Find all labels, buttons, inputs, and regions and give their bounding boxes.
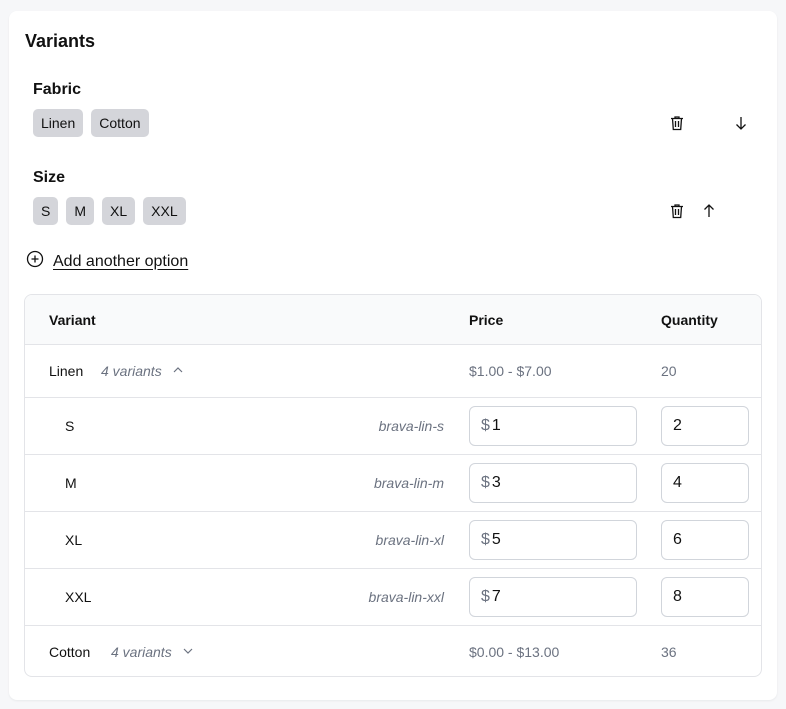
header-price: Price: [469, 311, 504, 328]
variant-row: XXL brava-lin-xxl $7 8: [25, 568, 761, 625]
group-row-linen[interactable]: Linen 4 variants $1.00 - $7.00 20: [25, 344, 761, 397]
variant-sku: brava-lin-m: [373, 475, 444, 491]
table-header: Variant Price Quantity: [25, 295, 761, 344]
option-value-chip[interactable]: XXL: [143, 197, 186, 225]
arrow-down-icon[interactable]: [732, 114, 750, 132]
group-quantity: 36: [661, 644, 677, 660]
quantity-input[interactable]: 4: [661, 463, 749, 503]
option-value-chip[interactable]: M: [66, 197, 95, 225]
variant-name: XL: [65, 532, 83, 548]
quantity-input[interactable]: 8: [661, 577, 749, 617]
option-name-size: Size: [33, 169, 66, 186]
section-title: Variants: [25, 31, 96, 51]
variant-name: M: [65, 475, 77, 491]
price-input[interactable]: $5: [469, 520, 637, 560]
group-count: 4 variants: [101, 363, 162, 379]
variant-sku: brava-lin-xxl: [368, 589, 444, 605]
variant-sku: brava-lin-s: [378, 418, 444, 434]
variants-table: Variant Price Quantity Linen 4 variants …: [24, 294, 762, 677]
variant-row: XL brava-lin-xl $5 6: [25, 511, 761, 568]
option-value-chip[interactable]: Cotton: [91, 109, 149, 137]
variant-name: XXL: [65, 589, 92, 605]
group-price-range: $0.00 - $13.00: [469, 644, 560, 660]
trash-icon[interactable]: [668, 202, 686, 220]
variant-sku: brava-lin-xl: [375, 532, 444, 548]
variant-name: S: [65, 418, 75, 434]
group-row-cotton[interactable]: Cotton 4 variants $0.00 - $13.00 36: [25, 625, 761, 676]
variant-row: M brava-lin-m $3 4: [25, 454, 761, 511]
group-price-range: $1.00 - $7.00: [469, 363, 552, 379]
option-values-size: S M XL XXL: [33, 197, 186, 225]
group-name: Linen: [49, 363, 84, 379]
chevron-up-icon[interactable]: [172, 363, 184, 379]
trash-icon[interactable]: [668, 114, 686, 132]
price-input[interactable]: $3: [469, 463, 637, 503]
header-variant: Variant: [49, 311, 96, 328]
group-count: 4 variants: [111, 644, 172, 660]
price-input[interactable]: $1: [469, 406, 637, 446]
header-quantity: Quantity: [661, 311, 718, 328]
variant-row: S brava-lin-s $1 2: [25, 397, 761, 454]
add-option-label: Add another option: [53, 252, 189, 270]
group-name: Cotton: [49, 644, 91, 660]
arrow-up-icon[interactable]: [700, 202, 718, 220]
add-option-button[interactable]: Add another option: [26, 250, 188, 273]
option-value-chip[interactable]: S: [33, 197, 59, 225]
option-name-fabric: Fabric: [33, 81, 82, 98]
plus-circle-icon: [26, 250, 44, 273]
quantity-input[interactable]: 2: [661, 406, 749, 446]
price-input[interactable]: $7: [469, 577, 637, 617]
chevron-down-icon[interactable]: [182, 644, 194, 660]
quantity-input[interactable]: 6: [661, 520, 749, 560]
group-quantity: 20: [661, 363, 677, 379]
variants-card: Variants Fabric Linen Cotton Size S M XL…: [9, 11, 777, 700]
option-value-chip[interactable]: XL: [102, 197, 136, 225]
option-value-chip[interactable]: Linen: [33, 109, 84, 137]
option-values-fabric: Linen Cotton: [33, 109, 149, 137]
